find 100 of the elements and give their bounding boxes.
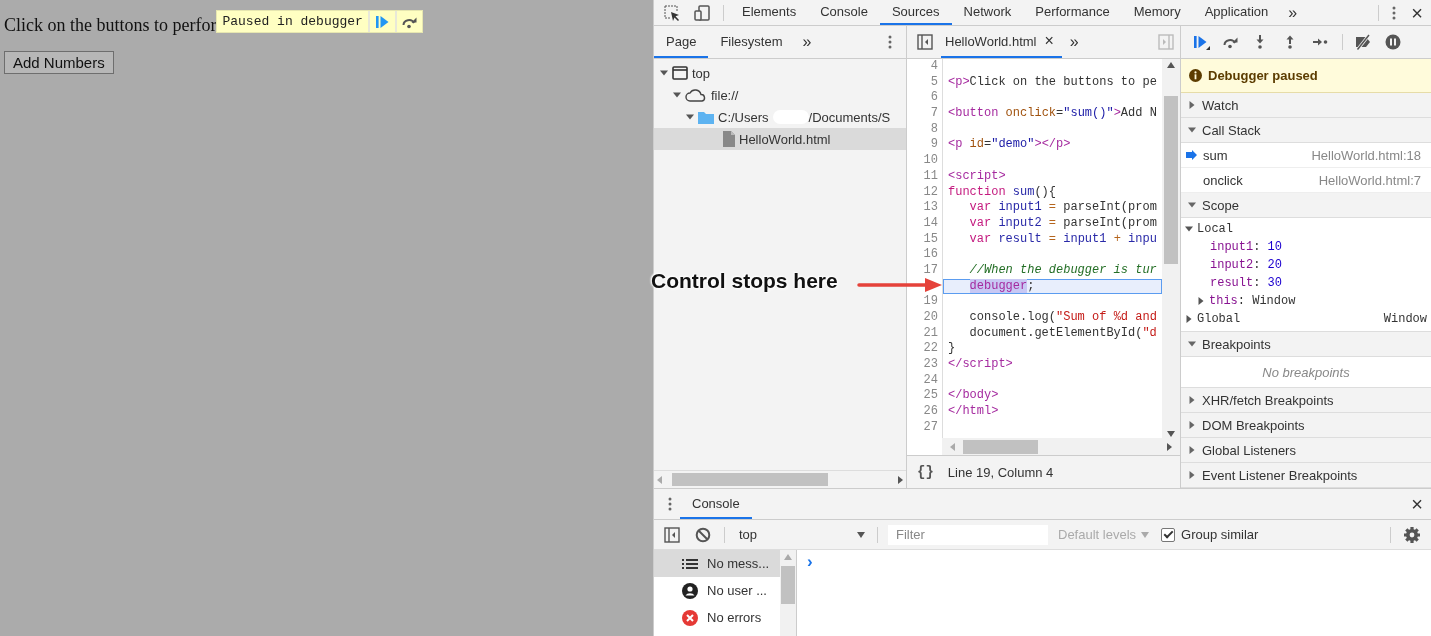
page-text: Click on the buttons to perfor bbox=[4, 15, 217, 36]
more-options-icon[interactable] bbox=[1392, 5, 1397, 20]
cloud-icon bbox=[685, 88, 707, 102]
more-tabs-button[interactable]: » bbox=[794, 33, 820, 51]
annotation-text: Control stops here bbox=[651, 269, 838, 293]
triangle-icon[interactable] bbox=[1188, 396, 1196, 404]
scroll-up-icon[interactable] bbox=[1167, 62, 1175, 68]
vertical-scrollbar[interactable] bbox=[780, 550, 796, 636]
window-icon bbox=[672, 66, 688, 80]
paused-label: Paused in debugger bbox=[221, 13, 364, 31]
tree-label: file:// bbox=[711, 87, 739, 103]
triangle-icon[interactable] bbox=[1188, 126, 1196, 134]
triangle-icon[interactable] bbox=[1197, 297, 1205, 305]
section-header[interactable]: Breakpoints bbox=[1181, 332, 1431, 357]
code-line: <p>Click on the buttons to pe bbox=[948, 74, 1158, 91]
add-numbers-button[interactable]: Add Numbers bbox=[4, 51, 114, 74]
tab[interactable]: Performance bbox=[1023, 0, 1122, 25]
more-tabs-button[interactable]: » bbox=[1280, 3, 1306, 22]
scope-name[interactable]: Global bbox=[1197, 312, 1241, 326]
inspect-icon[interactable] bbox=[664, 4, 680, 21]
scroll-right-icon[interactable] bbox=[1166, 442, 1172, 451]
line-number: 25 bbox=[922, 388, 939, 405]
tree-label: HelloWorld.html bbox=[739, 131, 831, 147]
scope-name[interactable]: Local bbox=[1197, 222, 1233, 236]
section-header[interactable]: Global Listeners bbox=[1181, 438, 1431, 463]
navigator-toggle-icon[interactable] bbox=[917, 34, 933, 50]
checkbox[interactable] bbox=[1161, 527, 1176, 542]
console-filter-item[interactable]: No mess... bbox=[654, 550, 780, 577]
scroll-right-icon[interactable] bbox=[897, 475, 903, 484]
triangle-icon[interactable] bbox=[686, 113, 694, 121]
user-icon bbox=[682, 582, 698, 599]
section-header[interactable]: Call Stack bbox=[1181, 118, 1431, 143]
triangle-icon[interactable] bbox=[1188, 340, 1196, 348]
device-icon[interactable] bbox=[694, 4, 710, 21]
line-number: 23 bbox=[922, 357, 939, 373]
tree-label: /Documents/S bbox=[808, 109, 891, 125]
sidebar-toggle-icon[interactable] bbox=[1158, 34, 1174, 50]
triangle-icon[interactable] bbox=[673, 91, 681, 99]
console-filter-item[interactable]: No errors bbox=[654, 604, 780, 631]
tree-item[interactable]: file:// bbox=[654, 84, 906, 106]
triangle-icon[interactable] bbox=[1188, 201, 1196, 209]
section-title: Breakpoints bbox=[1202, 336, 1271, 352]
code-line: var input2 = parseInt(prom bbox=[968, 215, 1158, 232]
filter-field[interactable]: Filter bbox=[888, 524, 1048, 545]
clear-icon[interactable] bbox=[695, 526, 711, 543]
tab[interactable]: Console bbox=[808, 0, 880, 25]
horizontal-scrollbar[interactable] bbox=[654, 470, 906, 488]
sidebar-toggle-icon[interactable] bbox=[664, 526, 680, 543]
tree-item[interactable]: C:/Users /Documents/S bbox=[654, 106, 906, 128]
tab[interactable]: Network bbox=[951, 0, 1024, 25]
vertical-scrollbar[interactable] bbox=[1162, 59, 1180, 440]
frame-location: HelloWorld.html:7 bbox=[1318, 172, 1421, 188]
filter-label: No user ... bbox=[707, 583, 767, 598]
triangle-icon[interactable] bbox=[1188, 421, 1196, 429]
pretty-print-button[interactable]: {} bbox=[917, 464, 934, 480]
close-button[interactable]: × bbox=[1403, 2, 1431, 23]
triangle-icon[interactable] bbox=[1185, 315, 1193, 323]
section-header[interactable]: Watch bbox=[1181, 93, 1431, 118]
section-header[interactable]: DOM Breakpoints bbox=[1181, 413, 1431, 438]
deactivate-breakpoints-icon[interactable] bbox=[1355, 34, 1373, 50]
call-frame[interactable]: sum HelloWorld.html:18 bbox=[1181, 143, 1431, 168]
pause-icon[interactable] bbox=[1385, 34, 1403, 50]
error-icon bbox=[682, 609, 698, 626]
line-number: 16 bbox=[922, 247, 939, 263]
more-tabs-button[interactable]: » bbox=[1061, 33, 1087, 51]
triangle-icon[interactable] bbox=[1185, 225, 1193, 233]
section-header[interactable]: Event Listener Breakpoints bbox=[1181, 463, 1431, 488]
close-button[interactable]: × bbox=[1403, 494, 1431, 514]
line-number: 5 bbox=[929, 74, 939, 91]
code-line: //When the debugger is tur bbox=[968, 262, 1158, 279]
file-tab[interactable]: HelloWorld.html × bbox=[941, 26, 1062, 58]
section-header[interactable]: Scope bbox=[1181, 193, 1431, 218]
line-number: 14 bbox=[922, 215, 939, 232]
tab[interactable]: Page bbox=[654, 26, 709, 58]
tree-item[interactable]: HelloWorld.html bbox=[654, 128, 906, 150]
more-options-icon[interactable] bbox=[668, 497, 672, 511]
tab[interactable]: Application bbox=[1192, 0, 1281, 25]
horizontal-scrollbar[interactable] bbox=[942, 438, 1180, 455]
section-header[interactable]: XHR/fetch Breakpoints bbox=[1181, 388, 1431, 413]
tab[interactable]: Elements bbox=[730, 0, 809, 25]
tab[interactable]: Memory bbox=[1121, 0, 1193, 25]
tree-item[interactable]: top bbox=[654, 62, 906, 84]
tree-label: top bbox=[692, 65, 711, 81]
resume-icon[interactable] bbox=[1192, 34, 1210, 50]
triangle-icon[interactable] bbox=[1188, 101, 1196, 109]
cursor-position: Line 19, Column 4 bbox=[947, 464, 1054, 480]
context-select[interactable]: top bbox=[731, 527, 871, 542]
settings-icon[interactable] bbox=[1403, 525, 1421, 544]
tab[interactable]: Filesystem bbox=[708, 26, 795, 58]
line-number: 12 bbox=[922, 184, 939, 201]
line-number: 13 bbox=[922, 200, 939, 216]
triangle-icon[interactable] bbox=[660, 69, 668, 77]
triangle-icon[interactable] bbox=[1188, 446, 1196, 454]
code-line: var input1 = parseInt(prom bbox=[968, 200, 1158, 216]
close-tab-button[interactable]: × bbox=[1044, 32, 1054, 50]
variable-entry: result: 30 bbox=[1210, 276, 1282, 290]
code-line: document.getElementById("d bbox=[968, 325, 1158, 342]
more-options-icon[interactable] bbox=[888, 35, 892, 49]
console-filter-item[interactable]: No user ... bbox=[654, 577, 780, 604]
triangle-icon[interactable] bbox=[1188, 471, 1196, 479]
